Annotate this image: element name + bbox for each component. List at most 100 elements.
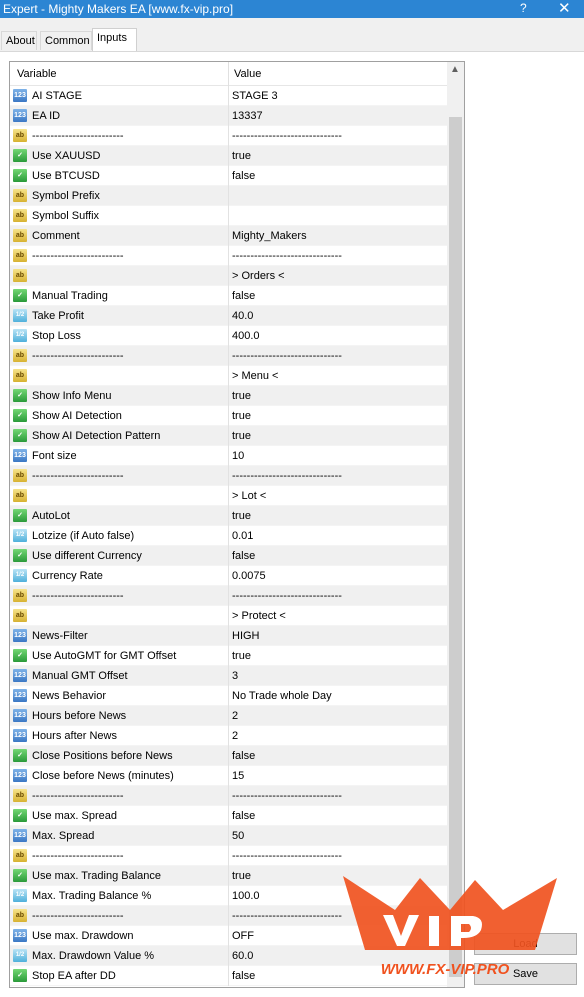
variable-name: Show AI Detection [32, 410, 122, 422]
table-row[interactable]: ab ------------------------- -------------… [10, 586, 447, 606]
value-cell[interactable]: > Lot < [232, 490, 266, 502]
table-row[interactable]: ab ------------------------- -------------… [10, 846, 447, 866]
table-row[interactable]: ab > Lot < [10, 486, 447, 506]
value-cell[interactable]: > Protect < [232, 610, 286, 622]
value-cell[interactable]: Mighty_Makers [232, 230, 307, 242]
table-row[interactable]: ab > Menu < [10, 366, 447, 386]
value-cell[interactable]: false [232, 970, 255, 982]
table-row[interactable]: 123 Font size 10 [10, 446, 447, 466]
integer-icon: 123 [13, 449, 27, 462]
help-button[interactable]: ? [520, 1, 527, 15]
tab-inputs[interactable]: Inputs [92, 28, 137, 51]
table-row[interactable]: ab ------------------------- -------------… [10, 246, 447, 266]
table-row[interactable]: ✓ Use different Currency false [10, 546, 447, 566]
value-cell[interactable]: 50 [232, 830, 244, 842]
value-cell[interactable]: true [232, 650, 251, 662]
table-row[interactable]: ab Symbol Prefix [10, 186, 447, 206]
table-row[interactable]: ab Symbol Suffix [10, 206, 447, 226]
value-cell[interactable]: false [232, 550, 255, 562]
table-row[interactable]: ✓ Show AI Detection Pattern true [10, 426, 447, 446]
variable-name: AI STAGE [32, 90, 82, 102]
value-cell[interactable]: true [232, 430, 251, 442]
table-row[interactable]: ✓ Show AI Detection true [10, 406, 447, 426]
table-row[interactable]: 1/2 Stop Loss 400.0 [10, 326, 447, 346]
cell-separator [228, 466, 229, 486]
value-cell[interactable]: 100.0 [232, 890, 260, 902]
table-row[interactable]: 123 Hours before News 2 [10, 706, 447, 726]
value-cell[interactable]: ------------------------------ [232, 130, 342, 142]
value-cell[interactable]: > Orders < [232, 270, 285, 282]
table-row[interactable]: 1/2 Currency Rate 0.0075 [10, 566, 447, 586]
value-cell[interactable]: ------------------------------ [232, 350, 342, 362]
value-cell[interactable]: 13337 [232, 110, 263, 122]
value-cell[interactable]: false [232, 290, 255, 302]
value-cell[interactable]: HIGH [232, 630, 260, 642]
value-cell[interactable]: ------------------------------ [232, 790, 342, 802]
table-row[interactable]: ab ------------------------- -------------… [10, 126, 447, 146]
table-row[interactable]: 123 Max. Spread 50 [10, 826, 447, 846]
value-cell[interactable]: ------------------------------ [232, 590, 342, 602]
value-cell[interactable]: ------------------------------ [232, 910, 342, 922]
table-row[interactable]: 1/2 Take Profit 40.0 [10, 306, 447, 326]
table-row[interactable]: ✓ Use XAUUSD true [10, 146, 447, 166]
table-row[interactable]: 123 News Behavior No Trade whole Day [10, 686, 447, 706]
value-cell[interactable]: STAGE 3 [232, 90, 278, 102]
table-row[interactable]: ✓ Use AutoGMT for GMT Offset true [10, 646, 447, 666]
cell-separator [228, 586, 229, 606]
table-row[interactable]: 123 Hours after News 2 [10, 726, 447, 746]
table-row[interactable]: 123 Manual GMT Offset 3 [10, 666, 447, 686]
column-separator[interactable] [228, 62, 229, 86]
value-cell[interactable]: 10 [232, 450, 244, 462]
table-row[interactable]: ab ------------------------- -------------… [10, 466, 447, 486]
table-row[interactable]: 123 AI STAGE STAGE 3 [10, 86, 447, 106]
value-cell[interactable]: 15 [232, 770, 244, 782]
value-cell[interactable]: > Menu < [232, 370, 278, 382]
table-row[interactable]: ab > Orders < [10, 266, 447, 286]
value-cell[interactable]: OFF [232, 930, 254, 942]
value-cell[interactable]: ------------------------------ [232, 470, 342, 482]
vertical-scrollbar[interactable]: ▲ [447, 62, 464, 987]
table-row[interactable]: 123 News-Filter HIGH [10, 626, 447, 646]
close-button[interactable]: ✕ [558, 0, 571, 17]
table-row[interactable]: ✓ Show Info Menu true [10, 386, 447, 406]
variable-name: Manual Trading [32, 290, 108, 302]
table-row[interactable]: ✓ AutoLot true [10, 506, 447, 526]
table-row[interactable]: ab > Protect < [10, 606, 447, 626]
table-row[interactable]: ✓ Use max. Spread false [10, 806, 447, 826]
value-cell[interactable]: 2 [232, 710, 238, 722]
value-cell[interactable]: true [232, 870, 251, 882]
value-cell[interactable]: false [232, 810, 255, 822]
value-cell[interactable]: true [232, 390, 251, 402]
column-value[interactable]: Value [234, 68, 261, 80]
value-cell[interactable]: No Trade whole Day [232, 690, 332, 702]
value-cell[interactable]: 0.0075 [232, 570, 266, 582]
value-cell[interactable]: true [232, 150, 251, 162]
value-cell[interactable]: ------------------------------ [232, 850, 342, 862]
value-cell[interactable]: false [232, 750, 255, 762]
table-row[interactable]: ✓ Manual Trading false [10, 286, 447, 306]
table-row[interactable]: 123 Close before News (minutes) 15 [10, 766, 447, 786]
table-row[interactable]: ab ------------------------- -------------… [10, 786, 447, 806]
table-row[interactable]: ab Comment Mighty_Makers [10, 226, 447, 246]
tab-about[interactable]: About [1, 31, 37, 50]
scroll-up-icon[interactable]: ▲ [450, 64, 460, 75]
value-cell[interactable]: 60.0 [232, 950, 253, 962]
value-cell[interactable]: 40.0 [232, 310, 253, 322]
table-row[interactable]: ab ------------------------- -------------… [10, 346, 447, 366]
value-cell[interactable]: ------------------------------ [232, 250, 342, 262]
value-cell[interactable]: true [232, 410, 251, 422]
column-variable[interactable]: Variable [17, 68, 57, 80]
table-row[interactable]: ✓ Close Positions before News false [10, 746, 447, 766]
variable-name: Manual GMT Offset [32, 670, 128, 682]
tab-common[interactable]: Common [40, 31, 92, 50]
table-row[interactable]: 1/2 Lotzize (if Auto false) 0.01 [10, 526, 447, 546]
value-cell[interactable]: 2 [232, 730, 238, 742]
scroll-thumb[interactable] [449, 117, 462, 977]
value-cell[interactable]: 400.0 [232, 330, 260, 342]
table-row[interactable]: ✓ Use BTCUSD false [10, 166, 447, 186]
value-cell[interactable]: 0.01 [232, 530, 253, 542]
value-cell[interactable]: true [232, 510, 251, 522]
value-cell[interactable]: false [232, 170, 255, 182]
table-row[interactable]: 123 EA ID 13337 [10, 106, 447, 126]
value-cell[interactable]: 3 [232, 670, 238, 682]
